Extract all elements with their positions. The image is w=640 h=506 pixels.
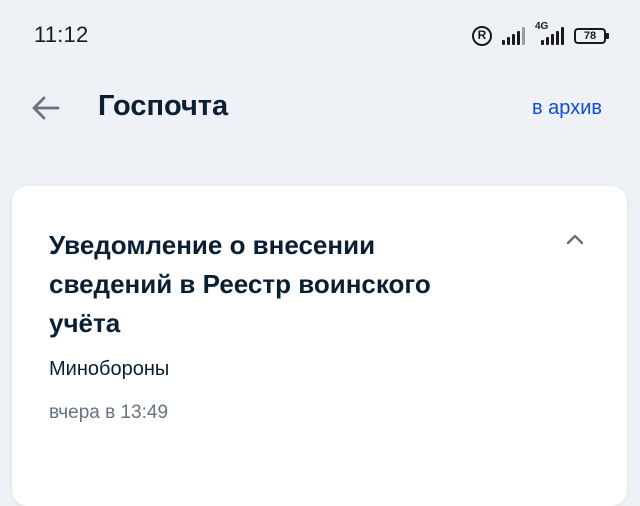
status-bar: 11:12 R 4G 78 [0, 0, 640, 70]
message-title: Уведомление о внесении сведений в Реестр… [49, 230, 431, 338]
arrow-left-icon [32, 96, 60, 120]
page-title: Госпочта [98, 90, 229, 122]
status-time: 11:12 [34, 22, 89, 47]
app-header: Госпочта в архив [0, 70, 640, 150]
registered-icon: R [472, 26, 492, 46]
chevron-up-icon [566, 234, 584, 245]
mobile-data-icon: 4G [535, 21, 564, 45]
collapse-button[interactable] [563, 228, 587, 252]
archive-button[interactable]: в архив [532, 97, 602, 120]
back-button[interactable] [26, 88, 66, 128]
signal-strength-icon [502, 27, 525, 45]
message-card: Уведомление о внесении сведений в Реестр… [12, 186, 627, 506]
status-icons: R 4G 78 [472, 21, 609, 50]
message-timestamp: вчера в 13:49 [49, 402, 169, 423]
network-type-label: 4G [535, 21, 549, 32]
battery-icon: 78 [574, 28, 609, 44]
message-sender: Минобороны [49, 358, 170, 380]
